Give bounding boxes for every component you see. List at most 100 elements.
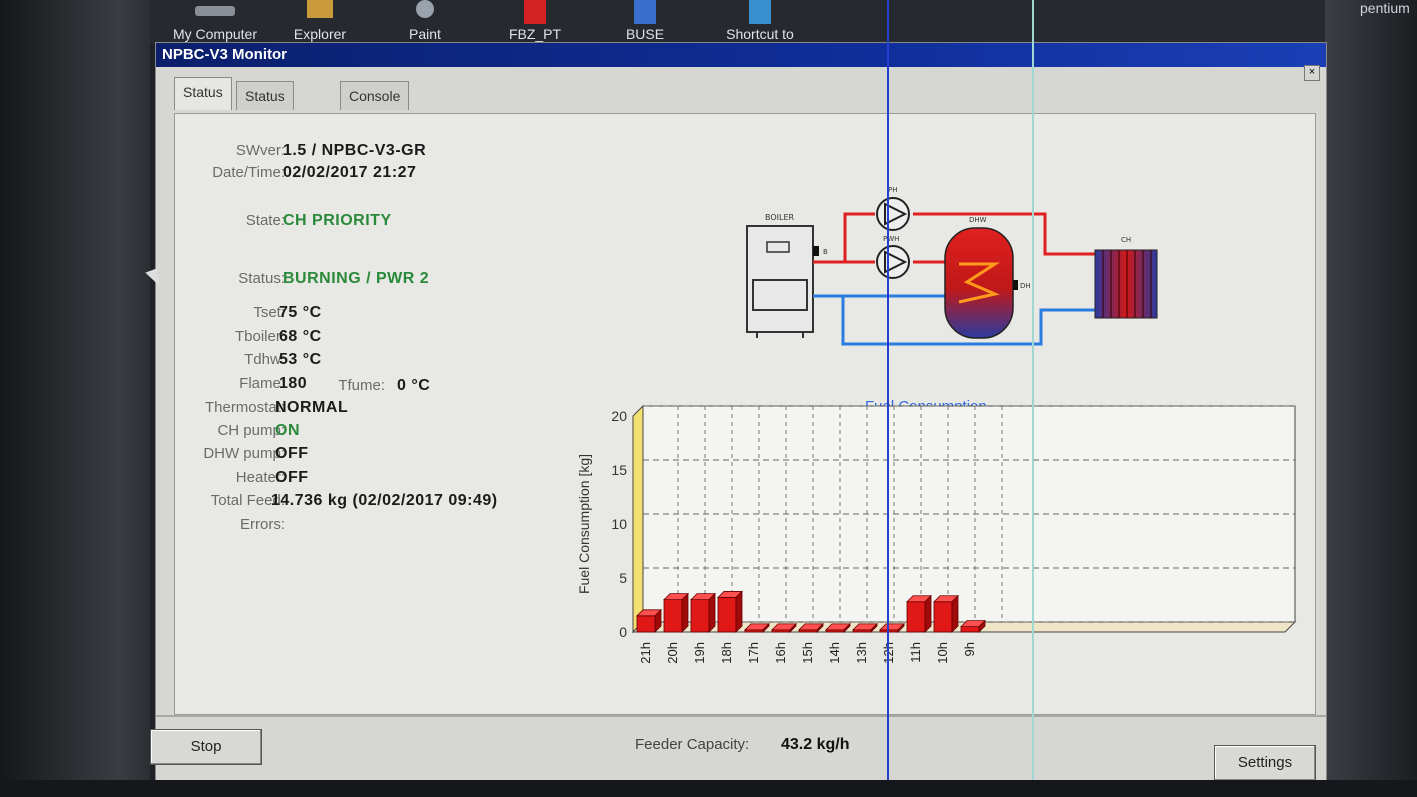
tab-console[interactable]: Console — [340, 81, 410, 110]
boiler: BOILER B — [746, 213, 828, 338]
chpump-value: ON — [275, 422, 300, 439]
boiler-sensor-label: B — [823, 248, 828, 256]
status-label: Status: — [238, 270, 285, 287]
pump-pwh: PWH — [876, 235, 910, 279]
divider — [156, 715, 1326, 717]
desktop-icon-buse[interactable]: BUSE — [600, 0, 690, 44]
monitor-bezel-bottom — [0, 780, 1417, 797]
close-icon[interactable]: × — [1304, 65, 1320, 81]
chart-bar — [906, 594, 932, 633]
chart-bar-face — [681, 592, 689, 633]
dhwpump-value: OFF — [275, 445, 309, 462]
stop-button[interactable]: Stop — [150, 729, 262, 765]
x-tick-label: 17h — [746, 642, 761, 664]
dhw-sensor-label: DH — [1020, 282, 1031, 290]
x-tick-label: 15h — [800, 642, 815, 664]
y-axis-label: Fuel Consumption [kg] — [576, 454, 592, 594]
chart-left-wall — [632, 404, 644, 634]
status-value: BURNING / PWR 2 — [283, 270, 430, 287]
desktop-icon-explorer[interactable]: Explorer — [275, 0, 365, 44]
pentium-sticker: pentium — [1360, 0, 1410, 16]
thermostat-value: NORMAL — [275, 399, 349, 416]
chart-bar-face — [960, 626, 980, 633]
tdhw-value: 53 °C — [279, 351, 322, 368]
y-tick-label: 0 — [619, 624, 627, 640]
explorer-icon — [307, 0, 333, 18]
y-tick-label: 5 — [619, 570, 627, 586]
y-tick-label: 10 — [611, 516, 627, 532]
desktop-icon-strip: My Computer Explorer Paint FBZ_PT BUSE S… — [150, 0, 1325, 44]
y-tick-label: 15 — [611, 462, 627, 478]
settings-button[interactable]: Settings — [1214, 745, 1316, 781]
state-value: CH PRIORITY — [283, 212, 392, 229]
swver-label: SWver: — [235, 142, 285, 159]
chart-bar-face — [735, 590, 743, 633]
chart-bar — [663, 592, 689, 633]
chart-bar — [636, 608, 662, 633]
screen-artifact-line — [887, 0, 889, 797]
thermostat-label: Thermostat: — [204, 399, 285, 416]
x-tick-label: 10h — [935, 642, 950, 664]
x-tick-label: 14h — [827, 642, 842, 664]
chart-bar-face — [690, 599, 710, 633]
monitor-window: NPBC-V3 Monitor × Status Status Chart Co… — [150, 42, 1327, 782]
chart-bar — [933, 594, 959, 633]
tfume-value: 0 °C — [397, 377, 431, 394]
chart-bar-face — [951, 594, 959, 633]
heating-system-diagram: BOILER B PH PWH DHW DH CH — [746, 186, 1158, 346]
tab-status-chart[interactable]: Status Chart — [236, 81, 294, 132]
chart-bar-face — [924, 594, 932, 633]
dhwpump-label: DHW pump: — [203, 445, 285, 462]
paint-icon — [416, 0, 434, 18]
totalfeed-label: Total Feed: — [210, 492, 285, 509]
window-title: NPBC-V3 Monitor — [162, 46, 287, 63]
desktop-icon-fbz-pt[interactable]: FBZ_PT — [490, 0, 580, 44]
ph-label: PH — [888, 186, 898, 194]
y-tick-label: 20 — [611, 408, 627, 424]
chart-bar-face — [717, 597, 737, 633]
tset-value: 75 °C — [279, 304, 322, 321]
feeder-capacity-label: Feeder Capacity: — [635, 736, 750, 753]
errors-label: Errors: — [240, 516, 285, 533]
tab-status[interactable]: Status — [174, 77, 232, 110]
x-tick-label: 20h — [665, 642, 680, 664]
shortcut-icon — [524, 0, 546, 24]
desktop-icon-paint[interactable]: Paint — [380, 0, 470, 44]
x-tick-label: 21h — [638, 642, 653, 664]
swver-value: 1.5 / NPBC-V3-GR — [283, 142, 427, 159]
pwh-label: PWH — [883, 235, 899, 243]
desktop-icon-shortcut[interactable]: Shortcut to — [710, 0, 810, 44]
x-tick-label: 16h — [773, 642, 788, 664]
x-tick-label: 11h — [908, 642, 923, 663]
tdhw-label: Tdhw: — [244, 351, 285, 368]
chart-bar-face — [933, 601, 953, 633]
tset-label: Tset: — [253, 304, 285, 321]
boiler-label: BOILER — [765, 213, 795, 222]
chart-bar-face — [708, 592, 716, 633]
x-tick-label: 13h — [854, 642, 869, 664]
chart-bar-face — [906, 601, 926, 633]
tfume-label: Tfume: — [338, 377, 385, 394]
chart-bar-face — [663, 599, 683, 633]
flame-label: Flame: — [239, 375, 285, 392]
feeder-capacity-value: 43.2 kg/h — [781, 736, 850, 753]
tboiler-value: 68 °C — [279, 328, 322, 345]
desktop-icon-my-computer[interactable]: My Computer — [170, 0, 260, 44]
x-tick-label: 18h — [719, 642, 734, 664]
pump-ph: PH — [876, 186, 910, 231]
chart-bar — [690, 592, 716, 633]
ch-label: CH — [1121, 236, 1131, 244]
window-titlebar[interactable]: NPBC-V3 Monitor — [156, 43, 1326, 67]
heater-label: Heater: — [235, 469, 285, 486]
shortcut-icon — [749, 0, 771, 24]
status-panel: SWver: 1.5 / NPBC-V3-GR Date/Time: 02/02… — [174, 113, 1316, 753]
tboiler-label: Tboiler: — [234, 328, 285, 345]
totalfeed-value: 14.736 kg (02/02/2017 09:49) — [271, 492, 498, 509]
shortcut-icon — [634, 0, 656, 24]
state-label: State: — [245, 212, 285, 229]
datetime-label: Date/Time: — [212, 164, 285, 181]
computer-icon — [195, 6, 235, 16]
x-tick-label: 9h — [962, 642, 977, 656]
chpump-label: CH pump: — [217, 422, 285, 439]
fuel-consumption-chart: 0510152021h20h19h18h17h16h15h14h13h12h11… — [576, 404, 1297, 664]
